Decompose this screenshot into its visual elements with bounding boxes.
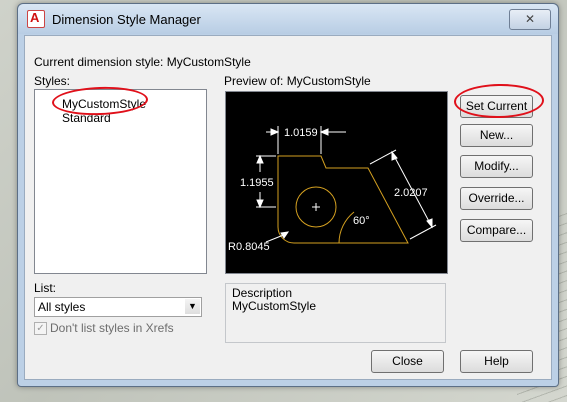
- dialog-body: Current dimension style: MyCustomStyle S…: [24, 35, 552, 380]
- description-group: Description MyCustomStyle: [225, 283, 446, 343]
- xrefs-label: Don't list styles in Xrefs: [50, 321, 174, 335]
- close-button[interactable]: Close: [371, 350, 444, 373]
- preview-angle-arc: [338, 211, 355, 244]
- compare-button[interactable]: Compare...: [460, 219, 533, 242]
- description-label: Description: [232, 286, 293, 300]
- description-text: MyCustomStyle: [232, 299, 317, 313]
- dim-top-text: 1.0159: [284, 127, 318, 139]
- dim-left-text: 1.1955: [240, 177, 274, 189]
- autocad-app-icon: A: [27, 10, 45, 28]
- override-button[interactable]: Override...: [460, 187, 533, 210]
- modify-button[interactable]: Modify...: [460, 155, 533, 178]
- preview-drawing: 1.0159 1.1955 2.0207 60° R0.8045: [228, 126, 437, 253]
- close-window-button[interactable]: ✕: [509, 9, 551, 30]
- dim-angle-text: 60°: [353, 215, 370, 227]
- help-button[interactable]: Help: [460, 350, 533, 373]
- style-item-standard[interactable]: Standard: [62, 111, 111, 125]
- dimension-style-manager-dialog: A Dimension Style Manager ✕ Current dime…: [17, 3, 559, 387]
- list-filter-value: All styles: [38, 300, 86, 314]
- list-label: List:: [34, 281, 57, 295]
- styles-listbox[interactable]: MyCustomStyle Standard: [34, 89, 207, 274]
- style-preview: 1.0159 1.1955 2.0207 60° R0.8045: [225, 91, 448, 274]
- xrefs-checkbox[interactable]: ✓: [34, 322, 47, 335]
- title-bar[interactable]: A Dimension Style Manager ✕: [18, 4, 558, 34]
- dim-radius-text: R0.8045: [228, 241, 270, 253]
- set-current-button[interactable]: Set Current: [460, 95, 533, 118]
- current-style-label: Current dimension style: MyCustomStyle: [34, 55, 251, 69]
- preview-label: Preview of: MyCustomStyle: [224, 74, 371, 88]
- new-button[interactable]: New...: [460, 124, 533, 147]
- window-title: Dimension Style Manager: [52, 12, 201, 27]
- dim-diagonal-text: 2.0207: [394, 187, 428, 199]
- style-item-mycustomstyle[interactable]: MyCustomStyle: [62, 97, 146, 111]
- styles-label: Styles:: [34, 74, 71, 88]
- list-filter-dropdown[interactable]: All styles ▼: [34, 297, 202, 317]
- chevron-down-icon[interactable]: ▼: [185, 299, 200, 314]
